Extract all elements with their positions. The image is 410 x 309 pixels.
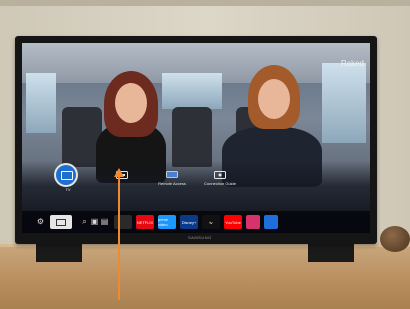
- app-tile[interactable]: [264, 215, 278, 229]
- connection-guide-icon: [214, 171, 226, 179]
- pointer-arrow-head: [114, 168, 124, 177]
- person-left-face: [115, 83, 147, 123]
- source-glyph-icon: [56, 218, 66, 226]
- source-tv-label: TV: [65, 187, 71, 192]
- source-connection-guide[interactable]: Connection Guide: [200, 171, 240, 186]
- app-tile-disney[interactable]: Disney+: [180, 215, 198, 229]
- app-bar: ⚙ ⌕ ▣ ▤ NETFLIX prime video Disney+ tv Y…: [22, 211, 370, 233]
- app-tile-youtube[interactable]: YouTube: [224, 215, 242, 229]
- app-tile[interactable]: [114, 215, 132, 229]
- tv-foot-left: [36, 244, 82, 262]
- guide-icon[interactable]: ▤: [100, 217, 109, 226]
- decor-bowl: [380, 226, 410, 252]
- app-tile-prime[interactable]: prime video: [158, 215, 176, 229]
- settings-icon[interactable]: ⚙: [36, 217, 45, 226]
- tv-screen: Raked TV Remote Access Connection Guide …: [22, 43, 370, 233]
- van-window-rear: [162, 73, 222, 109]
- ambient-icon[interactable]: ▣: [90, 217, 99, 226]
- source-connection-guide-label: Connection Guide: [203, 181, 237, 186]
- app-tile[interactable]: [246, 215, 260, 229]
- person-right-face: [258, 79, 290, 119]
- source-menu: TV Remote Access Connection Guide: [22, 165, 370, 205]
- tv-icon: [56, 165, 76, 185]
- search-icon[interactable]: ⌕: [80, 217, 89, 226]
- van-window-left: [26, 73, 56, 133]
- pointer-arrow-shaft: [118, 174, 120, 300]
- remote-access-icon: [166, 171, 178, 178]
- van-seat: [172, 107, 212, 167]
- van-window-right: [322, 63, 366, 143]
- source-tv[interactable]: TV: [56, 165, 80, 192]
- source-remote-access-label: Remote Access: [158, 181, 186, 186]
- source-remote-access[interactable]: Remote Access: [154, 171, 190, 186]
- source-icon[interactable]: [50, 215, 72, 229]
- shelf-strip: [0, 0, 410, 6]
- tv-brand-label: SAMSUNG: [188, 235, 212, 240]
- channel-badge: Raked: [340, 59, 364, 68]
- app-tile-netflix[interactable]: NETFLIX: [136, 215, 154, 229]
- tv-foot-right: [308, 244, 354, 262]
- app-tile-apple-tv[interactable]: tv: [202, 215, 220, 229]
